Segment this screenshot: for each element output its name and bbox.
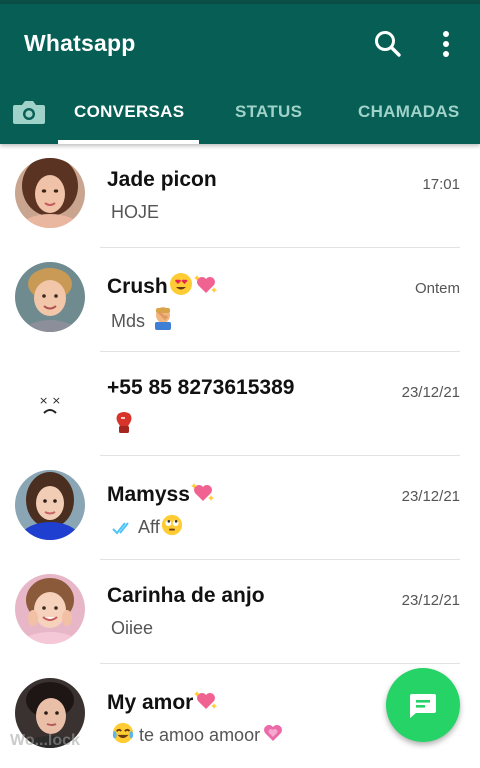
tab-camera[interactable] bbox=[10, 96, 48, 128]
avatar[interactable] bbox=[15, 470, 85, 540]
app-header: Whatsapp CONVERSAS STATUS CHAMADAS bbox=[0, 4, 480, 144]
chat-name: Mamyss bbox=[107, 480, 215, 510]
avatar[interactable]: × × bbox=[15, 366, 85, 436]
chat-row[interactable]: × × +55 85 8273615389 23/12/21 bbox=[0, 352, 480, 456]
chat-time: Ontem bbox=[414, 280, 460, 297]
avatar[interactable] bbox=[15, 158, 85, 228]
chat-preview: Oiiee bbox=[111, 618, 154, 638]
search-icon bbox=[375, 31, 401, 57]
sparkling-heart-emoji-icon bbox=[190, 480, 215, 510]
avatar[interactable] bbox=[15, 574, 85, 644]
chat-time: 17:01 bbox=[422, 176, 460, 193]
watermark: Wo...lock bbox=[10, 732, 80, 749]
sparkling-heart-emoji-icon bbox=[194, 688, 218, 718]
chat-time: 23/12/21 bbox=[401, 592, 460, 609]
app-title: Whatsapp bbox=[24, 30, 136, 56]
chat-preview: te amoo amoor bbox=[111, 720, 285, 749]
svg-text:× ×: × × bbox=[39, 394, 61, 407]
chat-row[interactable]: Crush Ontem Mds bbox=[0, 248, 480, 352]
tab-status[interactable]: STATUS bbox=[235, 102, 302, 122]
heart-eyes-emoji-icon bbox=[169, 272, 193, 302]
chat-name: My amor bbox=[107, 688, 218, 718]
chat-name: Jade picon bbox=[107, 168, 217, 191]
chat-name: +55 85 8273615389 bbox=[107, 376, 295, 399]
chat-time: 23/12/21 bbox=[401, 488, 460, 505]
facepalm-emoji-icon bbox=[151, 306, 175, 335]
sparkling-heart-emoji-icon bbox=[193, 272, 218, 302]
message-icon bbox=[410, 694, 436, 718]
chat-name: Crush bbox=[107, 272, 218, 302]
tab-bar: CONVERSAS STATUS CHAMADAS bbox=[0, 90, 480, 144]
new-chat-button[interactable] bbox=[386, 668, 460, 742]
avatar[interactable] bbox=[15, 262, 85, 332]
chat-preview: HOJE bbox=[111, 202, 160, 222]
growing-heart-emoji-icon bbox=[261, 720, 285, 749]
search-button[interactable] bbox=[372, 28, 404, 60]
chat-row[interactable]: Carinha de anjo 23/12/21 Oiiee bbox=[0, 560, 480, 664]
read-receipt-icon bbox=[112, 520, 134, 541]
tab-conversas[interactable]: CONVERSAS bbox=[74, 102, 184, 122]
tab-chamadas[interactable]: CHAMADAS bbox=[358, 102, 460, 122]
rolling-eyes-emoji-icon bbox=[161, 514, 183, 541]
chat-time: 23/12/21 bbox=[401, 384, 460, 401]
chat-name: Carinha de anjo bbox=[107, 584, 265, 607]
chat-preview: Aff bbox=[111, 514, 183, 541]
camera-icon bbox=[13, 101, 45, 124]
more-vert-icon bbox=[443, 31, 449, 57]
chat-row[interactable]: Mamyss 23/12/21 Aff bbox=[0, 456, 480, 560]
chat-preview: Mds bbox=[111, 306, 175, 335]
boxing-glove-emoji-icon bbox=[112, 410, 136, 441]
chat-row[interactable]: Jade picon 17:01 HOJE bbox=[0, 144, 480, 248]
more-options-button[interactable] bbox=[432, 28, 460, 60]
joy-emoji-icon bbox=[112, 722, 134, 749]
chat-preview bbox=[111, 410, 136, 441]
